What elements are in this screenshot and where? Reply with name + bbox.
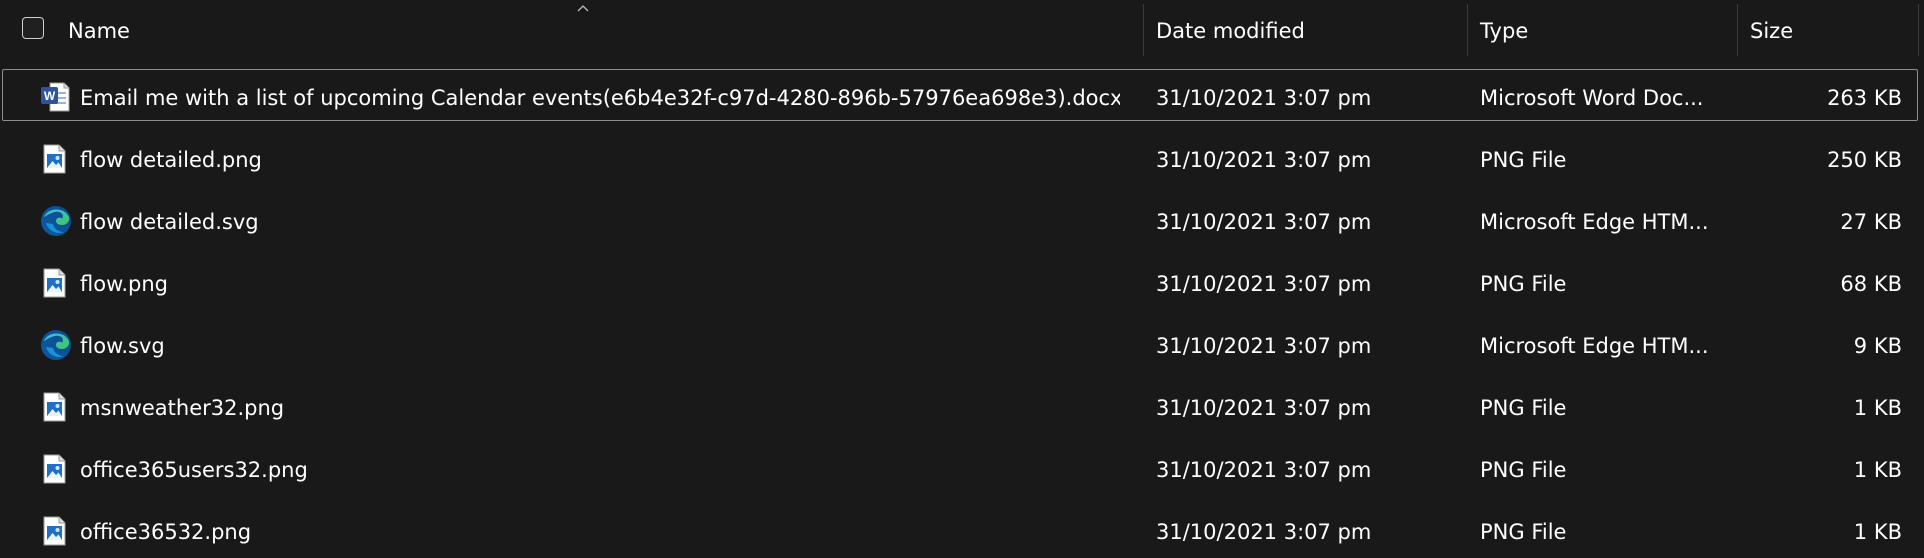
file-name: Email me with a list of upcoming Calenda… <box>80 86 1120 110</box>
image-file-icon <box>40 453 70 485</box>
column-header-size[interactable]: Size <box>1750 0 1793 63</box>
column-header-bar: Name Date modified Type Size <box>0 0 1924 63</box>
file-size: 263 KB <box>1827 86 1902 110</box>
svg-text:W: W <box>44 89 56 103</box>
file-row[interactable]: msnweather32.png 31/10/2021 3:07 pm PNG Fi… <box>0 377 1924 439</box>
image-file-icon <box>40 515 70 547</box>
file-row[interactable]: flow.png 31/10/2021 3:07 pm PNG File 68 KB <box>0 253 1924 315</box>
column-divider[interactable] <box>1737 4 1738 56</box>
file-name: flow detailed.png <box>80 148 262 172</box>
file-name: office36532.png <box>80 520 252 544</box>
file-type: PNG File <box>1480 520 1567 544</box>
file-size: 1 KB <box>1853 396 1902 420</box>
file-row[interactable]: flow.svg 31/10/2021 3:07 pm Microsoft Edge… <box>0 315 1924 377</box>
file-size: 68 KB <box>1840 272 1902 296</box>
file-row[interactable]: flow detailed.png 31/10/2021 3:07 pm PNG F… <box>0 129 1924 191</box>
file-type: Microsoft Edge HTM... <box>1480 210 1709 234</box>
edge-icon <box>40 329 71 361</box>
file-date-modified: 31/10/2021 3:07 pm <box>1156 86 1372 110</box>
file-date-modified: 31/10/2021 3:07 pm <box>1156 334 1372 358</box>
select-all-checkbox[interactable] <box>22 17 44 39</box>
image-file-icon <box>40 143 70 175</box>
column-header-date-modified[interactable]: Date modified <box>1156 0 1305 63</box>
file-type: PNG File <box>1480 272 1567 296</box>
file-name: msnweather32.png <box>80 396 285 420</box>
file-date-modified: 31/10/2021 3:07 pm <box>1156 148 1372 172</box>
file-list: W Email me with a list of upcoming Calend… <box>0 67 1924 558</box>
file-name: flow.png <box>80 272 168 296</box>
column-divider[interactable] <box>1467 4 1468 56</box>
file-size: 27 KB <box>1840 210 1902 234</box>
file-date-modified: 31/10/2021 3:07 pm <box>1156 520 1372 544</box>
sort-ascending-icon[interactable] <box>577 4 589 12</box>
file-name: flow.svg <box>80 334 165 358</box>
file-size: 1 KB <box>1853 520 1902 544</box>
column-header-name[interactable]: Name <box>68 0 130 63</box>
word-document-icon: W <box>40 81 70 113</box>
file-name: flow detailed.svg <box>80 210 259 234</box>
image-file-icon <box>40 267 70 299</box>
column-divider[interactable] <box>1143 4 1144 56</box>
file-type: Microsoft Word Doc... <box>1480 86 1704 110</box>
column-header-type[interactable]: Type <box>1480 0 1528 63</box>
file-row[interactable]: W Email me with a list of upcoming Calend… <box>0 67 1924 129</box>
column-divider[interactable] <box>1918 4 1919 56</box>
file-date-modified: 31/10/2021 3:07 pm <box>1156 272 1372 296</box>
image-file-icon <box>40 391 70 423</box>
file-row[interactable]: office36532.png 31/10/2021 3:07 pm PNG Fil… <box>0 501 1924 558</box>
file-size: 9 KB <box>1853 334 1902 358</box>
file-date-modified: 31/10/2021 3:07 pm <box>1156 458 1372 482</box>
file-name: office365users32.png <box>80 458 308 482</box>
file-size: 1 KB <box>1853 458 1902 482</box>
file-date-modified: 31/10/2021 3:07 pm <box>1156 210 1372 234</box>
edge-icon <box>40 205 71 237</box>
file-row[interactable]: flow detailed.svg 31/10/2021 3:07 pm Micro… <box>0 191 1924 253</box>
file-type: PNG File <box>1480 396 1567 420</box>
file-type: Microsoft Edge HTM... <box>1480 334 1709 358</box>
file-date-modified: 31/10/2021 3:07 pm <box>1156 396 1372 420</box>
file-type: PNG File <box>1480 148 1567 172</box>
file-row[interactable]: office365users32.png 31/10/2021 3:07 pm PN… <box>0 439 1924 501</box>
file-type: PNG File <box>1480 458 1567 482</box>
file-explorer-details-view: Name Date modified Type Size W Email me w… <box>0 0 1924 558</box>
file-size: 250 KB <box>1827 148 1902 172</box>
